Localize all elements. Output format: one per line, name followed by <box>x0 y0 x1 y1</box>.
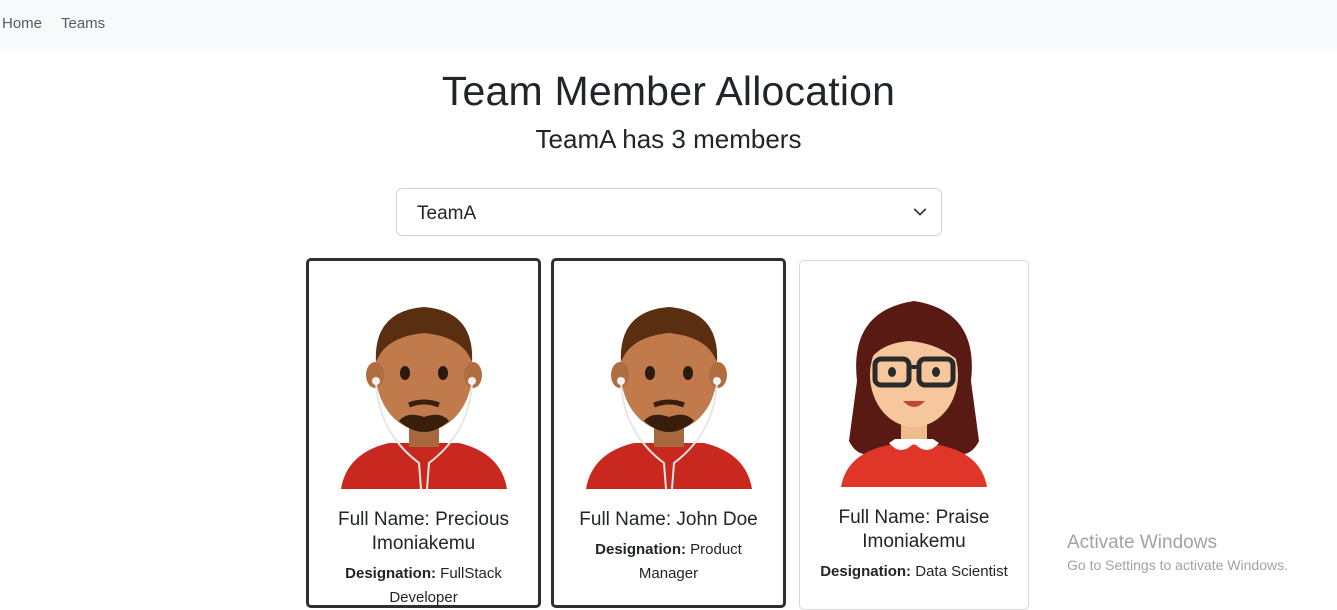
member-card[interactable]: Full Name: Precious Imoniakemu Designati… <box>306 258 541 608</box>
designation-label: Designation: <box>345 565 436 582</box>
nav-link-teams[interactable]: Teams <box>61 15 105 32</box>
designation-value: Data Scientist <box>915 563 1008 580</box>
page-subtitle: TeamA has 3 members <box>535 124 802 154</box>
female-avatar-icon <box>841 301 987 487</box>
member-name: Full Name: Praise Imoniakemu <box>838 507 990 552</box>
chevron-down-icon <box>913 208 927 216</box>
member-designation: Designation: Product Manager <box>554 538 783 586</box>
designation-label: Designation: <box>595 541 686 558</box>
member-card[interactable]: Full Name: John Doe Designation: Product… <box>551 258 786 608</box>
activate-windows-subtitle: Go to Settings to activate Windows. <box>1067 557 1288 573</box>
page-title: Team Member Allocation <box>441 68 896 114</box>
team-select[interactable]: TeamA <box>396 188 942 236</box>
member-designation: Designation: FullStack Developer <box>309 562 538 605</box>
navbar: Home Teams <box>0 0 1337 49</box>
designation-label: Designation: <box>820 563 912 580</box>
team-select-value: TeamA <box>417 203 477 224</box>
member-designation: Designation: Data Scientist <box>800 560 1028 584</box>
male-avatar-icon <box>340 307 507 489</box>
member-name: Full Name: Precious Imoniakemu <box>337 509 510 554</box>
activate-windows-title: Activate Windows <box>1067 532 1217 553</box>
nav-link-home[interactable]: Home <box>2 15 42 32</box>
member-card[interactable]: Full Name: Praise Imoniakemu Designation… <box>799 260 1029 610</box>
male-avatar-icon <box>585 307 752 489</box>
member-name: Full Name: John Doe <box>579 509 758 530</box>
